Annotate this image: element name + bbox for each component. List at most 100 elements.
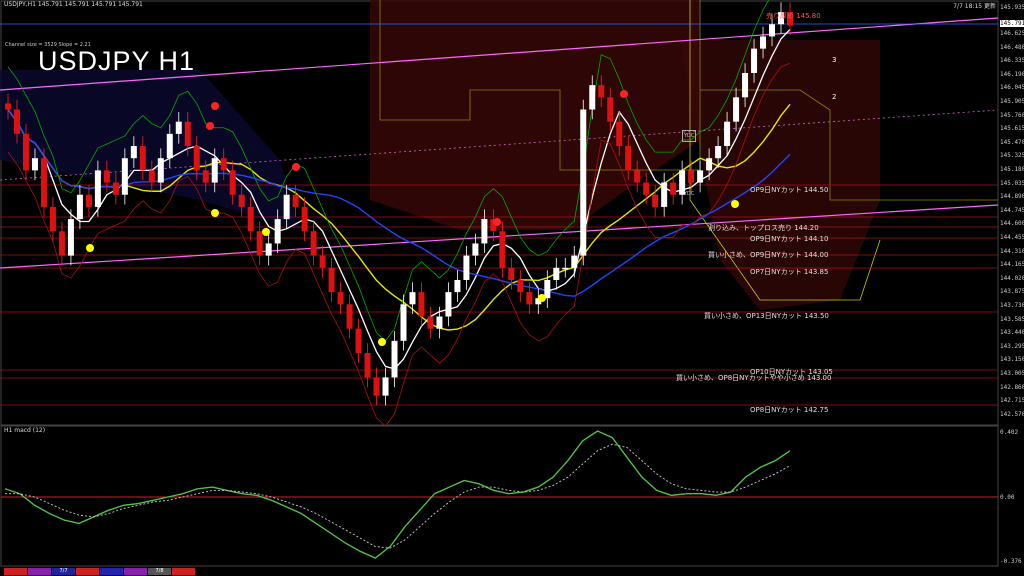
candle-body	[229, 170, 236, 195]
timeframe-tab[interactable]: 7/7	[52, 568, 75, 575]
candle-body	[292, 194, 299, 207]
timeframe-tab[interactable]	[4, 568, 27, 575]
price-axis-label: 145.791	[1000, 20, 1024, 27]
buy-marker	[538, 294, 546, 302]
candle-body	[328, 267, 335, 293]
price-axis-label: 144.020	[1000, 274, 1024, 282]
symbol-line: USDJPY,H1 145.791 145.791 145.791 145.79…	[4, 1, 143, 8]
price-chart-canvas[interactable]	[0, 0, 1024, 576]
sell-marker	[620, 90, 628, 98]
price-axis-label: 144.165	[1000, 261, 1024, 269]
candle-body	[256, 231, 263, 256]
candle-body	[238, 194, 245, 207]
candle-body	[175, 121, 182, 134]
candle-body	[598, 85, 605, 98]
candle-body	[454, 279, 461, 293]
candle-body	[391, 340, 398, 378]
price-axis-label: 143.150	[1000, 356, 1024, 364]
candle-body	[283, 194, 290, 220]
channel-marker-2: 2	[832, 93, 837, 101]
candle-body	[130, 146, 137, 159]
candle-body	[373, 377, 380, 396]
candle-body	[670, 182, 677, 195]
sell-marker	[211, 102, 219, 110]
price-axis-label: 144.455	[1000, 234, 1024, 241]
price-axis-label: 145.905	[1000, 98, 1024, 105]
candle-body	[85, 194, 92, 207]
candle-body	[733, 97, 740, 122]
macd-label: H1 macd (12)	[4, 427, 46, 434]
annotation-label: OP7日NYカット 143.85	[750, 268, 829, 276]
price-axis-label: 146.045	[1000, 84, 1024, 92]
buy-marker	[378, 338, 386, 346]
candle-body	[445, 292, 452, 317]
price-axis-label: 145.180	[1000, 166, 1024, 173]
candle-body	[634, 170, 641, 183]
candle-body	[742, 72, 749, 98]
candle-body	[508, 267, 515, 280]
timeframe-tab[interactable]	[100, 568, 123, 575]
price-axis-label: 144.310	[1000, 247, 1024, 255]
candle-body	[589, 85, 596, 110]
candle-body	[193, 146, 200, 171]
macd-axis-label: -0.376	[1000, 558, 1022, 565]
annotation-label: 買い小さめ、OP9日NYカット 144.00	[708, 251, 829, 259]
candle-body	[526, 292, 533, 305]
candle-body	[688, 170, 695, 183]
candle-body	[94, 170, 101, 207]
candle-body	[220, 158, 227, 171]
price-axis-label: 146.335	[1000, 57, 1024, 65]
candle-body	[571, 255, 578, 268]
chart-title: USDJPY H1	[38, 46, 196, 76]
price-axis-label: 145.615	[1000, 125, 1024, 133]
candle-body	[697, 170, 704, 183]
macd-axis-label: 0.00	[1000, 494, 1015, 501]
price-axis-label: 145.470	[1000, 138, 1024, 146]
annotation-label: 買い小さめ、OP13日NYカット 143.50	[704, 312, 829, 320]
price-axis-label: 145.760	[1000, 111, 1024, 119]
candle-body	[301, 206, 308, 232]
price-axis-label: 146.480	[1000, 43, 1024, 51]
annotation-label: OP9日NYカット 144.10	[750, 235, 829, 243]
annotation-label: OP8日NYカット 142.75	[750, 406, 829, 414]
candle-body	[247, 206, 254, 232]
candle-body	[724, 121, 731, 147]
candle-body	[751, 48, 758, 73]
sell-marker	[493, 218, 501, 226]
ydc-box-1: YDC	[682, 130, 697, 142]
candle-body	[706, 158, 713, 171]
candle-body	[643, 182, 650, 195]
buy-marker	[211, 209, 219, 217]
timeframe-tab[interactable]	[172, 568, 195, 575]
candle-body	[760, 36, 767, 49]
macd-axis-label: 0.402	[1000, 429, 1019, 436]
candle-body	[382, 377, 389, 396]
annotation-label: 買い小さめ、OP8日NYカットやや小さめ 143.00	[676, 374, 832, 382]
timeframe-tab[interactable]: 7/8	[148, 568, 171, 575]
candle-body	[67, 219, 74, 256]
price-axis-label: 143.440	[1000, 329, 1024, 337]
timeframe-tab[interactable]	[28, 568, 51, 575]
timeframe-tab[interactable]	[76, 568, 99, 575]
candle-body	[58, 231, 65, 256]
price-axis-label: 144.600	[1000, 220, 1024, 228]
annotation-label: 割り込み、トップロス売り 144.20	[708, 224, 819, 232]
candle-body	[157, 158, 164, 183]
timeframe-tab[interactable]	[124, 568, 147, 575]
candle-body	[40, 158, 47, 207]
price-axis-label: 145.035	[1000, 179, 1024, 187]
candle-body	[319, 255, 326, 268]
candle-body	[544, 279, 551, 299]
candle-body	[211, 158, 218, 183]
candle-body	[274, 219, 281, 244]
price-axis-label: 146.625	[1000, 30, 1024, 37]
candle-body	[139, 146, 146, 171]
price-axis-label: 142.860	[1000, 383, 1024, 391]
candle-body	[364, 353, 371, 378]
candle-body	[562, 267, 569, 270]
candle-body	[409, 292, 416, 305]
price-axis-label: 143.585	[1000, 315, 1024, 323]
sell-marker	[206, 122, 214, 130]
candle-body	[553, 267, 560, 280]
candle-body	[580, 109, 587, 256]
